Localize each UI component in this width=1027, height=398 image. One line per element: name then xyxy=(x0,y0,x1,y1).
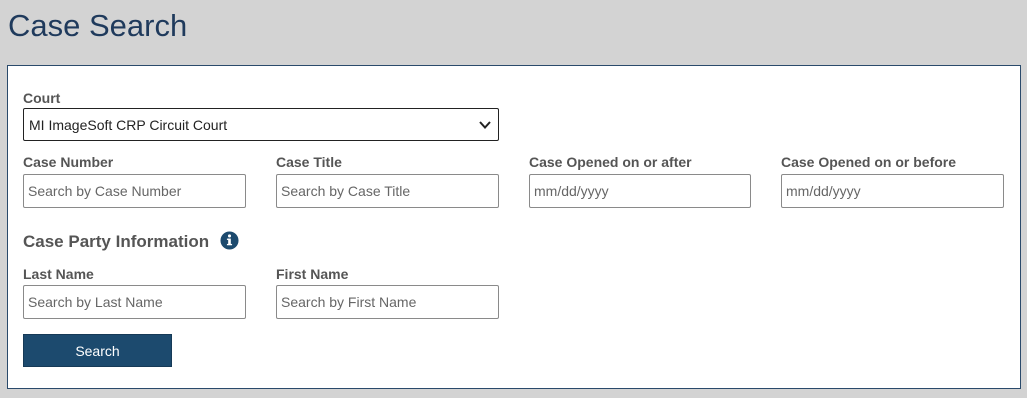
case-number-input[interactable] xyxy=(23,174,246,208)
case-title-input[interactable] xyxy=(276,174,499,208)
court-select-value: MI ImageSoft CRP Circuit Court xyxy=(29,117,228,133)
search-button[interactable]: Search xyxy=(23,334,172,367)
opened-before-date-input[interactable] xyxy=(781,174,1004,208)
first-name-label: First Name xyxy=(276,266,349,282)
opened-after-date-input[interactable] xyxy=(529,174,751,208)
chevron-down-icon xyxy=(479,121,491,129)
info-icon[interactable] xyxy=(220,231,239,250)
court-label: Court xyxy=(23,90,61,106)
case-title-label: Case Title xyxy=(276,154,342,170)
case-number-label: Case Number xyxy=(23,154,114,170)
opened-before-label: Case Opened on or before xyxy=(781,154,957,170)
last-name-label: Last Name xyxy=(23,266,94,282)
search-form-panel: Court MI ImageSoft CRP Circuit Court Cas… xyxy=(7,65,1021,389)
case-party-heading: Case Party Information xyxy=(23,232,210,251)
page-title: Case Search xyxy=(8,8,188,43)
opened-after-label: Case Opened on or after xyxy=(529,154,692,170)
first-name-input[interactable] xyxy=(276,285,499,319)
court-select[interactable]: MI ImageSoft CRP Circuit Court xyxy=(23,108,499,141)
last-name-input[interactable] xyxy=(23,285,246,319)
